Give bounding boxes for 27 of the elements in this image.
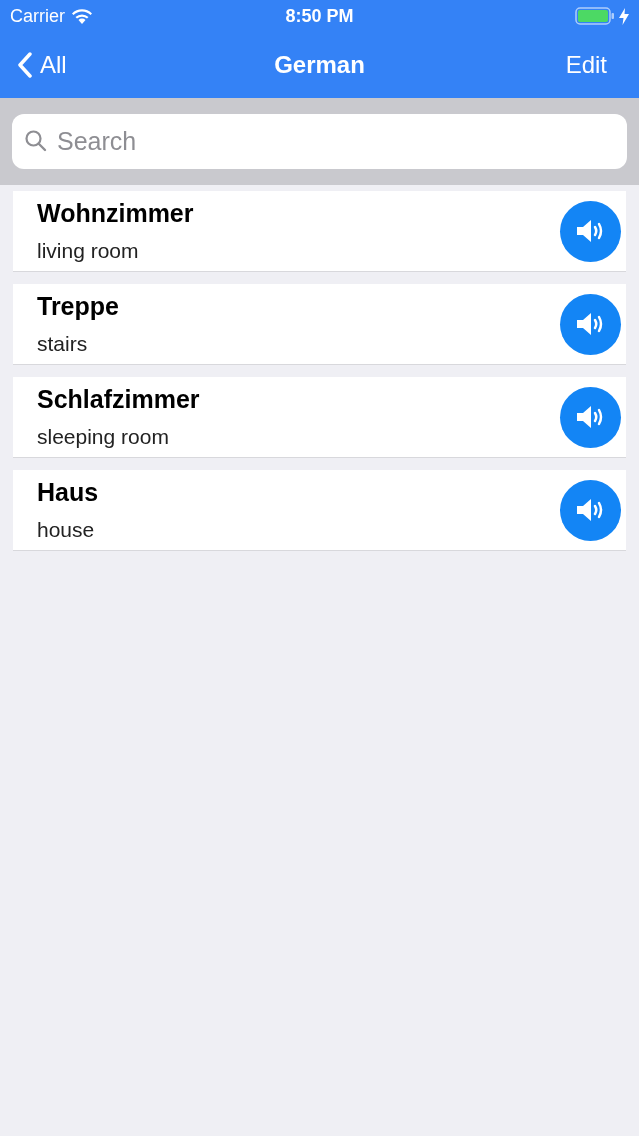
time-label: 8:50 PM bbox=[285, 4, 354, 28]
battery-icon bbox=[575, 7, 615, 25]
translation-text: stairs bbox=[37, 331, 89, 357]
wifi-icon bbox=[71, 7, 93, 25]
search-icon bbox=[24, 129, 48, 153]
play-audio-button[interactable] bbox=[560, 386, 621, 448]
back-button[interactable]: All bbox=[18, 47, 67, 83]
edit-button[interactable]: Edit bbox=[565, 47, 621, 83]
play-audio-button[interactable] bbox=[560, 293, 621, 355]
translation-text: living room bbox=[37, 238, 140, 264]
word-card[interactable]: Haus house bbox=[13, 470, 626, 550]
nav-title: German bbox=[274, 50, 365, 80]
search-field[interactable]: Search bbox=[12, 114, 627, 169]
play-audio-button[interactable] bbox=[560, 200, 621, 262]
german-word: Treppe bbox=[37, 291, 119, 321]
carrier-label: Carrier bbox=[10, 4, 65, 28]
chevron-left-icon bbox=[18, 52, 32, 78]
play-audio-button[interactable] bbox=[560, 479, 621, 541]
word-card[interactable]: Schlafzimmer sleeping room bbox=[13, 377, 626, 457]
german-word: Haus bbox=[37, 477, 99, 507]
translation-text: house bbox=[37, 517, 96, 543]
translation-text: sleeping room bbox=[37, 424, 170, 450]
german-word: Wohnzimmer bbox=[37, 198, 194, 228]
word-card[interactable]: Treppe stairs bbox=[13, 284, 626, 364]
word-card[interactable]: Wohnzimmer living room bbox=[13, 191, 626, 271]
german-word: Schlafzimmer bbox=[37, 384, 200, 414]
charging-icon bbox=[619, 7, 629, 25]
